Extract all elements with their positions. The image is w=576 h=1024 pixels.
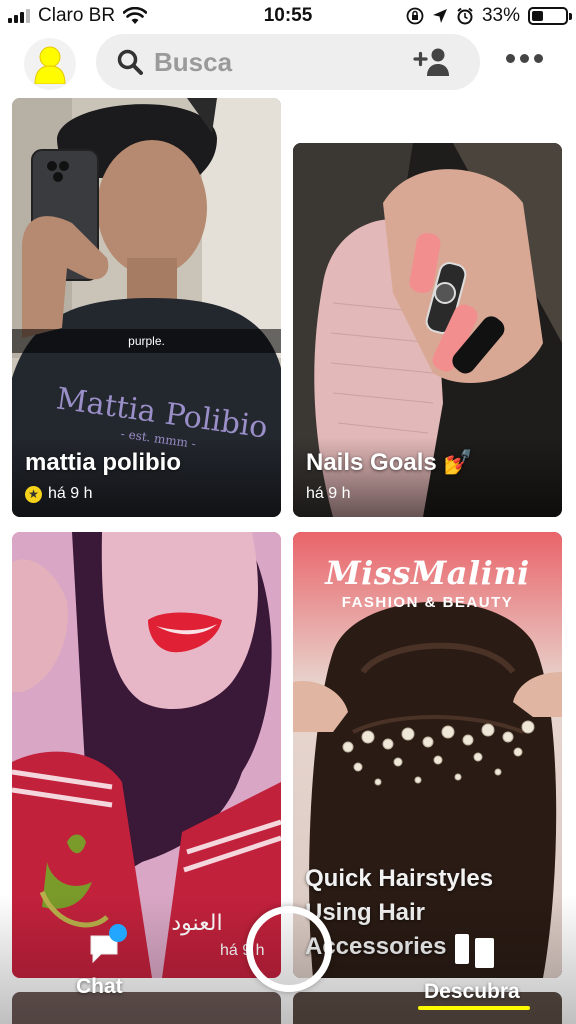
story-caption: purple. — [12, 329, 281, 353]
nav-discover-label[interactable]: Descubra — [424, 980, 520, 1004]
status-right: 33% — [406, 5, 572, 27]
battery-fill — [532, 11, 543, 21]
chat-notification-dot — [109, 924, 127, 942]
camera-capture-button[interactable] — [246, 906, 332, 992]
discover-grid: Mattia Polibio - est. mmm - purple. matt… — [0, 98, 576, 1024]
story-time: há 9 h — [306, 485, 351, 502]
story-title: Nails Goals 💅 — [306, 449, 474, 476]
alarm-icon — [457, 7, 473, 25]
active-tab-indicator — [418, 1006, 530, 1010]
discover-icon[interactable] — [454, 932, 496, 970]
story-thumbnail: العنود — [12, 532, 281, 978]
rotation-lock-icon — [406, 7, 424, 25]
status-bar: Claro BR 10:55 33% — [0, 0, 576, 32]
search-icon — [116, 47, 146, 77]
story-time: há 9 h — [48, 485, 93, 502]
story-card[interactable] — [12, 992, 281, 1024]
story-overlay-text: العنود — [171, 911, 222, 936]
publisher-name: MissMalini — [325, 554, 530, 592]
ghost-avatar-icon — [34, 46, 66, 84]
nav-chat-label[interactable]: Chat — [76, 975, 123, 999]
story-card[interactable]: MissMalini FASHION & BEAUTY Quick Hairst… — [293, 532, 562, 978]
location-icon — [432, 9, 447, 23]
battery-percent: 33% — [481, 5, 520, 26]
story-card[interactable]: Nails Goals 💅 há 9 h — [293, 143, 562, 517]
story-card[interactable]: العنود há 9 h — [12, 532, 281, 978]
search-bar[interactable]: Busca — [96, 34, 480, 90]
header: Busca — [0, 32, 576, 94]
battery-icon — [528, 7, 572, 25]
star-badge-icon: ★ — [25, 485, 42, 503]
story-card[interactable]: Mattia Polibio - est. mmm - purple. matt… — [12, 98, 281, 517]
publisher-subtitle: FASHION & BEAUTY — [341, 594, 514, 611]
publisher-logo: MissMalini FASHION & BEAUTY — [293, 554, 562, 611]
search-input[interactable]: Busca — [154, 47, 232, 78]
story-title: Quick Hairstyles Using Hair Accessories — [305, 865, 494, 960]
more-options-icon[interactable] — [506, 54, 543, 63]
profile-avatar[interactable] — [24, 38, 76, 90]
story-meta: ★ há 9 h — [25, 485, 92, 503]
story-title: mattia polibio — [25, 449, 181, 476]
add-friend-icon[interactable] — [412, 46, 452, 78]
story-meta: há 9 h — [306, 485, 350, 503]
